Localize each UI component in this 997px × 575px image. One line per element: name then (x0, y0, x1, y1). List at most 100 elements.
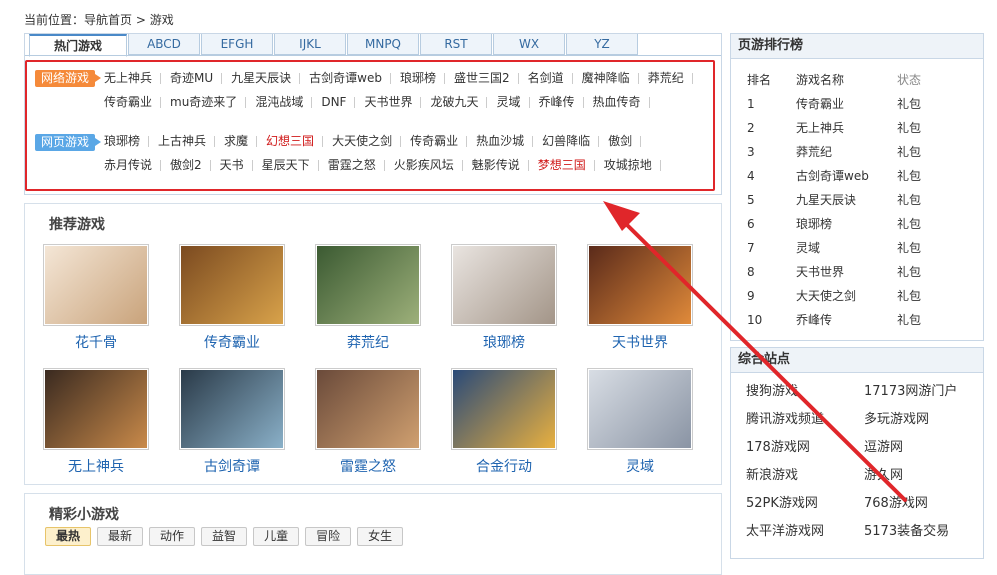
mini-game-tag[interactable]: 最热 (45, 527, 92, 546)
tab-wx[interactable]: WX (493, 34, 565, 55)
tab-hot-games[interactable]: 热门游戏 (29, 34, 127, 57)
game-link[interactable]: 琅琊榜 (95, 129, 150, 153)
game-thumbnail[interactable] (451, 244, 557, 326)
game-link[interactable]: 莽荒纪 (639, 66, 693, 90)
rank-game-link[interactable]: 传奇霸业 (796, 92, 897, 116)
game-link[interactable]: 魅影传说 (463, 153, 529, 177)
game-thumbnail[interactable] (43, 368, 149, 450)
game-name-link[interactable]: 灵域 (587, 456, 693, 476)
game-name-link[interactable]: 无上神兵 (43, 456, 149, 476)
game-link[interactable]: 傲剑2 (161, 153, 211, 177)
game-link[interactable]: 龙破九天 (421, 90, 488, 114)
game-link[interactable]: 幻想三国 (257, 129, 324, 153)
game-link[interactable]: 上古神兵 (149, 129, 216, 153)
game-link[interactable]: 热血沙城 (467, 129, 534, 153)
rank-gift-link[interactable]: 礼包 (897, 284, 957, 308)
game-link[interactable]: 天书世界 (355, 90, 422, 114)
game-link[interactable]: mu奇迹来了 (161, 90, 247, 114)
site-link[interactable]: 17173网游门户 (864, 378, 981, 406)
recommended-game-card[interactable]: 传奇霸业 (179, 244, 285, 352)
site-link[interactable]: 768游戏网 (864, 490, 981, 518)
game-name-link[interactable]: 古剑奇谭 (179, 456, 285, 476)
recommended-game-card[interactable]: 天书世界 (587, 244, 693, 352)
rank-gift-link[interactable]: 礼包 (897, 164, 957, 188)
rank-game-link[interactable]: 九星天辰诀 (796, 188, 897, 212)
rank-gift-link[interactable]: 礼包 (897, 116, 957, 140)
game-thumbnail[interactable] (587, 368, 693, 450)
site-link[interactable]: 52PK游戏网 (746, 490, 864, 518)
mini-game-tag[interactable]: 女生 (357, 527, 404, 546)
game-thumbnail[interactable] (315, 244, 421, 326)
site-link[interactable]: 多玩游戏网 (864, 406, 981, 434)
rank-game-link[interactable]: 乔峰传 (796, 308, 897, 332)
rank-gift-link[interactable]: 礼包 (897, 92, 957, 116)
rank-game-link[interactable]: 莽荒纪 (796, 140, 897, 164)
game-link[interactable]: 混沌战域 (246, 90, 313, 114)
game-link[interactable]: 梦想三国 (529, 153, 595, 177)
tab-ijkl[interactable]: IJKL (274, 34, 346, 55)
game-link[interactable]: 乔峰传 (530, 90, 584, 114)
mini-game-tag[interactable]: 冒险 (305, 527, 352, 546)
game-name-link[interactable]: 花千骨 (43, 332, 149, 352)
game-link[interactable]: 魔神降临 (573, 66, 639, 90)
tab-abcd[interactable]: ABCD (128, 34, 200, 55)
game-link[interactable]: 星辰天下 (253, 153, 319, 177)
rank-gift-link[interactable]: 礼包 (897, 236, 957, 260)
rank-gift-link[interactable]: 礼包 (897, 308, 957, 332)
game-thumbnail[interactable] (179, 244, 285, 326)
game-link[interactable]: 赤月传说 (95, 153, 162, 177)
mini-game-tag[interactable]: 儿童 (253, 527, 300, 546)
tab-efgh[interactable]: EFGH (201, 34, 273, 55)
game-link[interactable]: 傲剑 (599, 129, 642, 153)
rank-gift-link[interactable]: 礼包 (897, 140, 957, 164)
rank-game-link[interactable]: 古剑奇谭web (796, 164, 897, 188)
game-link[interactable]: 盛世三国2 (445, 66, 519, 90)
game-link[interactable]: 求魔 (215, 129, 258, 153)
rank-gift-link[interactable]: 礼包 (897, 188, 957, 212)
game-name-link[interactable]: 莽荒纪 (315, 332, 421, 352)
recommended-game-card[interactable]: 无上神兵 (43, 368, 149, 476)
site-link[interactable]: 搜狗游戏 (746, 378, 864, 406)
game-thumbnail[interactable] (451, 368, 557, 450)
game-link[interactable]: 幻兽降临 (533, 129, 600, 153)
game-thumbnail[interactable] (587, 244, 693, 326)
mini-game-tag[interactable]: 动作 (149, 527, 196, 546)
game-name-link[interactable]: 传奇霸业 (179, 332, 285, 352)
site-link[interactable]: 腾讯游戏频道 (746, 406, 864, 434)
recommended-game-card[interactable]: 琅琊榜 (451, 244, 557, 352)
game-name-link[interactable]: 合金行动 (451, 456, 557, 476)
game-name-link[interactable]: 雷霆之怒 (315, 456, 421, 476)
rank-game-link[interactable]: 大天使之剑 (796, 284, 897, 308)
mini-game-tag[interactable]: 最新 (97, 527, 144, 546)
mini-game-tag[interactable]: 益智 (201, 527, 248, 546)
recommended-game-card[interactable]: 雷霆之怒 (315, 368, 421, 476)
rank-gift-link[interactable]: 礼包 (897, 260, 957, 284)
tab-rst[interactable]: RST (420, 34, 492, 55)
recommended-game-card[interactable]: 花千骨 (43, 244, 149, 352)
game-link[interactable]: 热血传奇 (584, 90, 650, 114)
game-link[interactable]: 奇迹MU (161, 66, 223, 90)
game-link[interactable]: 火影疾风坛 (385, 153, 463, 177)
game-name-link[interactable]: 天书世界 (587, 332, 693, 352)
tab-yz[interactable]: YZ (566, 34, 638, 55)
tab-mnpq[interactable]: MNPQ (347, 34, 419, 55)
recommended-game-card[interactable]: 古剑奇谭 (179, 368, 285, 476)
game-link[interactable]: 无上神兵 (95, 66, 162, 90)
game-link[interactable]: DNF (312, 90, 356, 114)
site-link[interactable]: 太平洋游戏网 (746, 518, 864, 546)
game-thumbnail[interactable] (315, 368, 421, 450)
recommended-game-card[interactable]: 莽荒纪 (315, 244, 421, 352)
site-link[interactable]: 178游戏网 (746, 434, 864, 462)
site-link[interactable]: 新浪游戏 (746, 462, 864, 490)
recommended-game-card[interactable]: 灵域 (587, 368, 693, 476)
game-link[interactable]: 名剑道 (519, 66, 573, 90)
site-link[interactable]: 5173装备交易 (864, 518, 981, 546)
game-link[interactable]: 九星天辰诀 (222, 66, 301, 90)
rank-game-link[interactable]: 无上神兵 (796, 116, 897, 140)
game-thumbnail[interactable] (179, 368, 285, 450)
game-thumbnail[interactable] (43, 244, 149, 326)
game-link[interactable]: 攻城掠地 (595, 153, 661, 177)
site-link[interactable]: 游久网 (864, 462, 981, 490)
game-link[interactable]: 雷霆之怒 (319, 153, 385, 177)
breadcrumb-home-link[interactable]: 导航首页 (84, 13, 132, 27)
